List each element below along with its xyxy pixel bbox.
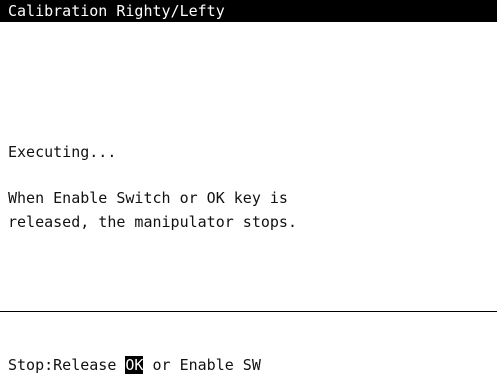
footer-divider [0, 311, 497, 312]
info-message-line-1: When Enable Switch or OK key is [8, 189, 288, 207]
stop-instruction-prefix: Stop:Release [8, 356, 126, 374]
execution-status: Executing... [8, 143, 117, 161]
ok-key-indicator[interactable]: OK [125, 356, 144, 374]
info-message-line-2: released, the manipulator stops. [8, 213, 297, 231]
stop-instruction: Stop:Release OK or Enable SW [8, 355, 261, 375]
screen-title: Calibration Righty/Lefty [0, 0, 497, 22]
stop-instruction-suffix: or Enable SW [143, 356, 261, 374]
